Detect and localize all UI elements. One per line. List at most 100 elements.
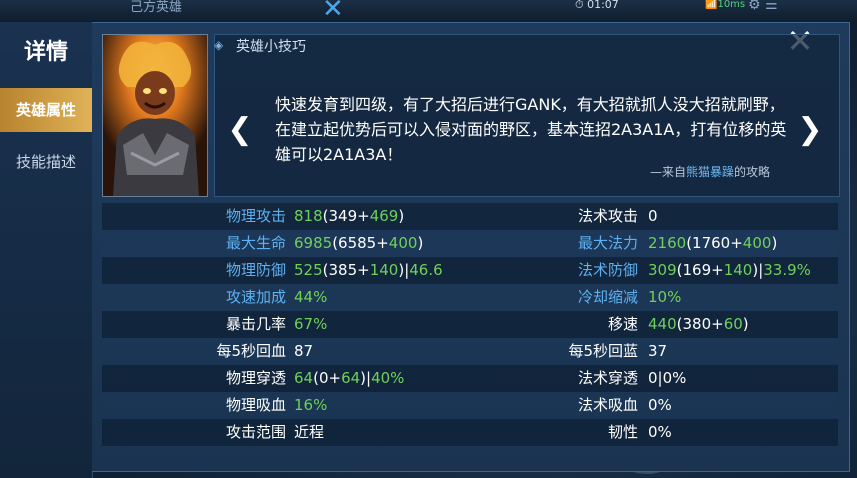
bg-signal: 📶10ms — [705, 0, 746, 10]
stat-label: 法术防御 — [577, 261, 638, 279]
stat-value-part: (385+ — [322, 261, 370, 279]
stat-value-part: ) — [417, 234, 424, 252]
stat-label: 最大生命 — [225, 234, 286, 252]
stat-value-part: )| — [752, 261, 764, 279]
tip-text: 快速发育到四级，有了大招后进行GANK，有大招就抓人没大招就刷野，在建立起优势后… — [275, 95, 787, 164]
stat-value: 44% — [294, 284, 327, 311]
stat-value: 0|0% — [648, 365, 686, 392]
stat-value: 37 — [648, 338, 667, 365]
stat-value-part: 400 — [742, 234, 772, 252]
tab-hero-attributes[interactable]: 英雄属性 — [0, 88, 92, 132]
stat-label: 暴击几率 — [225, 315, 286, 333]
stat-label: 物理吸血 — [225, 396, 286, 414]
stat-value-part: 64 — [341, 369, 361, 387]
stat-label: 韧性 — [607, 423, 638, 441]
hero-portrait-art — [103, 35, 207, 196]
stat-label: 攻击范围 — [225, 423, 286, 441]
stat-value: 64(0+64)|40% — [294, 365, 404, 392]
stat-value-part: 0% — [648, 423, 672, 441]
stat-value: 6985(6585+400) — [294, 230, 423, 257]
sidebar-title: 详情 — [23, 40, 68, 65]
stat-value-part: 469 — [369, 207, 399, 225]
stat-row: 最大生命 6985(6585+400) 最大法力 2160(1760+400) — [102, 230, 838, 257]
stat-value-part: 46.6 — [409, 261, 443, 279]
stat-label: 物理穿透 — [225, 369, 286, 387]
stat-value-part: 0 — [648, 207, 658, 225]
tips-title: 英雄小技巧 — [236, 39, 306, 55]
stat-value-part: (349+ — [322, 207, 370, 225]
stat-label: 冷却缩减 — [577, 288, 638, 306]
stat-value: 16% — [294, 392, 327, 419]
stat-value-part: 0|0% — [648, 369, 687, 387]
stat-value-part: 525 — [294, 261, 323, 279]
sidebar: 详情 英雄属性 技能描述 — [0, 22, 93, 478]
game-status-bar: 己方英雄 ✕ ⏱ 01:07 📶10ms ⚙ ☰ — [0, 0, 857, 24]
stat-row: 攻击范围 近程 韧性 0% — [102, 419, 838, 446]
stat-value-part: 140 — [369, 261, 399, 279]
stat-row: 物理吸血 16% 法术吸血 0% — [102, 392, 838, 419]
stat-value-part: 87 — [294, 342, 314, 360]
stat-label: 移速 — [607, 315, 638, 333]
stat-value-part: 440 — [648, 315, 677, 333]
hero-portrait — [102, 34, 208, 197]
bg-signal-text: 10ms — [717, 0, 746, 10]
stat-value-part: (6585+ — [332, 234, 389, 252]
stat-value-part: (1760+ — [686, 234, 743, 252]
stat-value: 87 — [294, 338, 313, 365]
stat-value-part: 近程 — [294, 423, 325, 441]
stat-label: 每5秒回蓝 — [568, 342, 638, 360]
stat-label: 攻速加成 — [225, 288, 286, 306]
stat-value-part: 64 — [294, 369, 314, 387]
stat-value-part: 16% — [294, 396, 328, 414]
stat-value: 0% — [648, 392, 672, 419]
stat-value: 近程 — [294, 419, 324, 446]
bg-match-time: ⏱ 01:07 — [575, 0, 619, 11]
stat-row: 物理防御 525(385+140)|46.6 法术防御 309(169+140)|33… — [102, 257, 838, 284]
stat-label: 法术吸血 — [577, 396, 638, 414]
stat-value-part: 6985 — [294, 234, 333, 252]
stat-label: 最大法力 — [577, 234, 638, 252]
stat-value: 2160(1760+400) — [648, 230, 777, 257]
stat-value-part: (0+ — [313, 369, 342, 387]
stat-row: 物理穿透 64(0+64)|40% 法术穿透 0|0% — [102, 365, 838, 392]
stat-value-part: 60 — [723, 315, 743, 333]
stat-value-part: 400 — [388, 234, 418, 252]
bg-settings-icon: ⚙ ☰ — [748, 0, 778, 13]
stat-value-part: 37 — [648, 342, 668, 360]
bg-time-text: 01:07 — [587, 0, 619, 11]
stat-value: 0% — [648, 419, 672, 446]
stat-value: 67% — [294, 311, 327, 338]
tip-source-prefix: —来自 — [649, 165, 686, 179]
tip-source: —来自熊猫暴躁的攻略 — [590, 163, 770, 180]
stat-value-part: )| — [360, 369, 372, 387]
stat-label: 每5秒回血 — [216, 342, 286, 360]
stat-value-part: 2160 — [648, 234, 687, 252]
stat-value-part: )| — [398, 261, 410, 279]
stat-value-part: 0% — [648, 396, 672, 414]
stat-value: 440(380+60) — [648, 311, 749, 338]
stat-value-part: (169+ — [676, 261, 724, 279]
tips-marker-icon: ◈ — [214, 38, 224, 52]
tip-source-author[interactable]: 熊猫暴躁 — [686, 165, 734, 179]
chevron-left-icon[interactable]: ❮ — [225, 110, 255, 150]
stat-value-part: ) — [771, 234, 778, 252]
stat-label: 物理防御 — [225, 261, 286, 279]
stat-value-part: 33.9% — [763, 261, 811, 279]
tab-skill-description[interactable]: 技能描述 — [0, 140, 92, 184]
stat-value-part: 10% — [648, 288, 682, 306]
stat-value-part: ) — [398, 207, 405, 225]
stat-value-part: ) — [742, 315, 749, 333]
stat-value-part: 44% — [294, 288, 328, 306]
stat-row: 暴击几率 67% 移速 440(380+60) — [102, 311, 838, 338]
stat-value: 525(385+140)|46.6 — [294, 257, 443, 284]
stat-value-part: 40% — [371, 369, 405, 387]
stat-label: 法术攻击 — [577, 207, 638, 225]
stat-value-part: 818 — [294, 207, 323, 225]
stats-table: 物理攻击 818(349+469) 法术攻击 0 最大生命 6985(6585+400) 最… — [102, 203, 838, 446]
stat-label: 物理攻击 — [225, 207, 286, 225]
stat-row: 物理攻击 818(349+469) 法术攻击 0 — [102, 203, 838, 230]
stat-row: 每5秒回血 87 每5秒回蓝 37 — [102, 338, 838, 365]
stat-label: 法术穿透 — [577, 369, 638, 387]
stat-value-part: (380+ — [676, 315, 724, 333]
chevron-right-icon[interactable]: ❯ — [795, 110, 825, 150]
